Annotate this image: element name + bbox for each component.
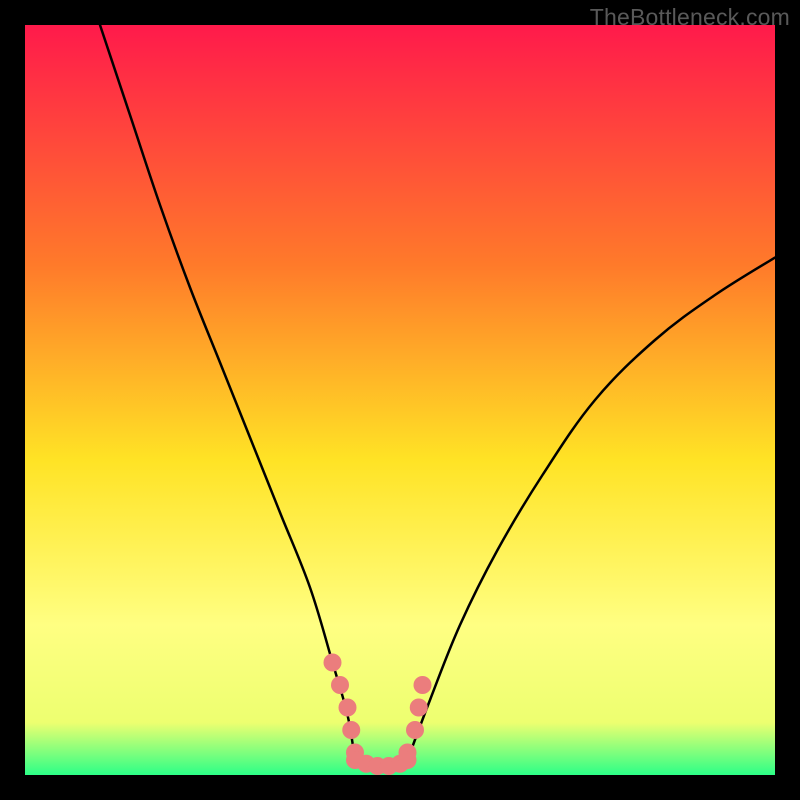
- plot-area: [25, 25, 775, 775]
- marker-dot: [324, 654, 342, 672]
- marker-dot: [342, 721, 360, 739]
- marker-dot: [406, 721, 424, 739]
- marker-dot: [399, 751, 417, 769]
- chart-svg: [25, 25, 775, 775]
- chart-frame: TheBottleneck.com: [0, 0, 800, 800]
- marker-dot: [339, 699, 357, 717]
- marker-dot: [331, 676, 349, 694]
- marker-dot: [414, 676, 432, 694]
- watermark-text: TheBottleneck.com: [590, 4, 790, 31]
- marker-dot: [410, 699, 428, 717]
